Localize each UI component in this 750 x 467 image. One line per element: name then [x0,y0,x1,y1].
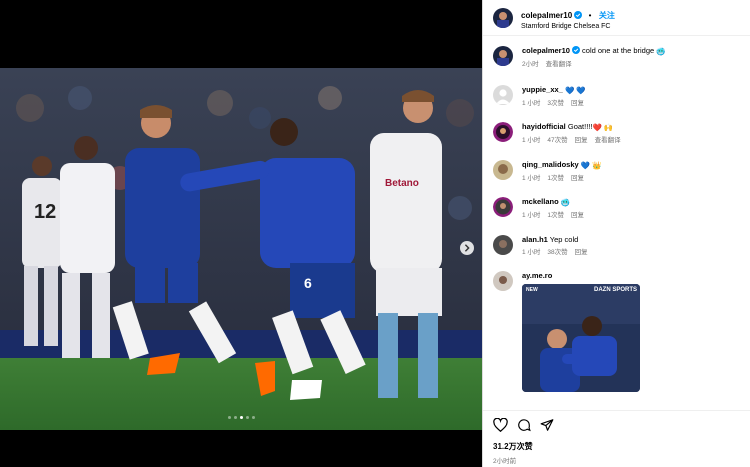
svg-text:6: 6 [304,275,312,291]
comment-item: yuppie_xx_ 💙 💙 1 小时 3次赞 回复 [493,84,741,109]
avatar[interactable] [493,84,513,105]
verified-icon [574,10,583,19]
comment-likes[interactable]: 38次赞 [547,249,567,256]
carousel-dot[interactable] [251,416,255,419]
verified-icon [571,46,580,54]
caption-username[interactable]: colepalmer10 [522,46,570,55]
avatar[interactable] [493,46,513,66]
comment-item: alan.h1 Yep cold 1 小时 38次赞 回复 [493,234,741,258]
comment-text: Goat!!!! [567,122,593,131]
avatar[interactable] [493,271,513,291]
carousel-next-button[interactable] [460,241,474,255]
gif-badge: NEW [526,287,538,294]
comment-icon[interactable] [517,418,531,432]
carousel-dot[interactable] [233,416,237,419]
svg-text:12: 12 [34,201,56,223]
reply-button[interactable]: 回复 [571,212,584,219]
reply-button[interactable]: 回复 [571,100,584,107]
comment-emoji: ❤️ 🙌 [592,123,614,132]
comment-item: mckellano 🥶 1 小时 1次赞 回复 [493,197,741,221]
avatar[interactable] [493,234,513,255]
comment-likes[interactable]: 47次赞 [547,137,567,144]
comment-time: 1 小时 [522,212,541,220]
comment-time: 1 小时 [522,174,541,182]
carousel-dot[interactable] [239,416,243,419]
comment-time: 1 小时 [522,137,541,145]
share-icon[interactable] [540,418,554,432]
post-location[interactable]: Stamford Bridge Chelsea FC [521,23,615,31]
translate-link[interactable]: 查看翻译 [546,61,572,68]
post-author-username[interactable]: colepalmer10 [521,11,572,20]
caption: colepalmer10 cold one at the bridge 🥶 2小… [493,46,741,70]
reply-button[interactable]: 回复 [575,249,588,256]
cold-face-emoji: 🥶 [656,47,666,56]
avatar[interactable] [493,122,513,142]
svg-text:Betano: Betano [385,178,419,189]
reply-button[interactable]: 回复 [571,175,584,182]
side-panel: colepalmer10 • 关注 Stamford Bridge Chelse… [482,0,750,467]
post-photo[interactable]: 12 6 Betano [0,68,482,430]
comment-username[interactable]: yuppie_xx_ [522,85,563,94]
translate-link[interactable]: 查看翻译 [595,137,621,144]
comment-emoji: 💙 💙 [564,85,586,95]
comment-username[interactable]: ay.me.ro [522,271,552,280]
comment-username[interactable]: alan.h1 [522,235,548,244]
post-header: colepalmer10 • 关注 Stamford Bridge Chelse… [483,0,750,36]
action-bar: 31.2万次赞 2小时前 [483,410,750,467]
carousel-dot[interactable] [245,416,249,419]
comment-item: qing_malidosky 💙 👑 1 小时 1次赞 回复 [493,159,741,184]
comment-username[interactable]: mckellano [522,197,559,206]
comment-item: ay.me.ro NEW DAZN SPORTS [493,271,741,393]
comment-time: 1 小时 [522,248,541,256]
caption-time: 2小时 [522,61,539,69]
comment-emoji: 💙 👑 [580,160,602,170]
separator: • [588,10,592,20]
chevron-right-icon [464,244,470,252]
comment-username[interactable]: hayidofficial [522,122,566,131]
avatar[interactable] [493,159,513,180]
comment-time: 1 小时 [522,99,541,107]
follow-button[interactable]: 关注 [599,11,615,20]
caption-text: cold one at the bridge [582,46,655,55]
like-count[interactable]: 31.2万次赞 [493,441,741,452]
post-timestamp[interactable]: 2小时前 [493,455,741,465]
comment-gif[interactable]: NEW DAZN SPORTS [522,284,640,393]
comment-text: Yep cold [549,234,579,244]
comment-likes[interactable]: 3次赞 [547,100,564,107]
comments-list[interactable]: colepalmer10 cold one at the bridge 🥶 2小… [483,40,750,410]
media-pane: 12 6 Betano [0,0,482,467]
heart-icon[interactable] [493,418,508,432]
comment-username[interactable]: qing_malidosky [522,160,579,169]
comment-emoji: 🥶 [560,198,571,207]
gif-brand-logo: DAZN SPORTS [593,287,637,294]
comment-likes[interactable]: 1次赞 [547,175,564,182]
carousel-dot[interactable] [227,416,231,419]
carousel-dots [0,416,482,419]
comment-likes[interactable]: 1次赞 [547,212,564,219]
comment-item: hayidofficial Goat!!!!❤️ 🙌 1 小时 47次赞 回复 查看翻… [493,122,741,146]
avatar[interactable] [493,7,513,28]
avatar[interactable] [493,197,513,217]
reply-button[interactable]: 回复 [575,137,588,144]
